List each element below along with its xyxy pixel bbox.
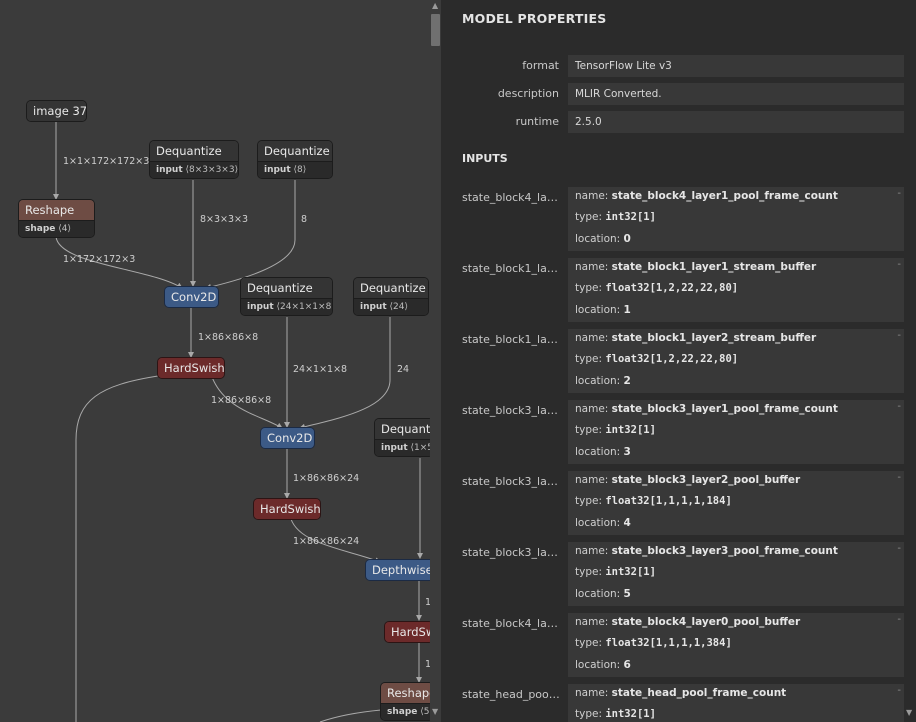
input-label: state_block3_lay... bbox=[462, 475, 562, 488]
input-type: type: float32[1,2,22,22,80] bbox=[575, 282, 739, 294]
node-hardswish-2[interactable]: HardSwish bbox=[253, 498, 321, 520]
input-label: state_block4_lay... bbox=[462, 191, 562, 204]
input-details-box[interactable]: - name: state_block3_layer3_pool_frame_co… bbox=[568, 542, 907, 606]
input-name: name: state_block1_layer1_stream_buffer bbox=[575, 261, 817, 273]
scroll-up-icon[interactable]: ▲ bbox=[432, 2, 438, 10]
node-image37[interactable]: image 37 bbox=[26, 100, 87, 122]
input-label: state_block1_lay... bbox=[462, 262, 562, 275]
input-label: state_block3_lay... bbox=[462, 404, 562, 417]
expand-icon[interactable]: - bbox=[897, 188, 901, 199]
input-location: location: 0 bbox=[575, 233, 631, 245]
node-conv2d-2[interactable]: Conv2D bbox=[260, 427, 315, 449]
input-location: location: 3 bbox=[575, 446, 631, 458]
panel-title: MODEL PROPERTIES bbox=[462, 11, 607, 26]
node-dequantize-3[interactable]: Dequantize input ⟨24×1×1×8⟩ bbox=[240, 277, 333, 316]
input-type: type: float32[1,2,22,22,80] bbox=[575, 353, 739, 365]
node-reshape-2[interactable]: Reshape shape ⟨5. bbox=[380, 682, 434, 721]
edge-reshape2-out bbox=[319, 709, 382, 722]
node-dequantize-4[interactable]: Dequantize input ⟨24⟩ bbox=[353, 277, 429, 316]
input-type: type: int32[1] bbox=[575, 211, 656, 223]
input-location: location: 4 bbox=[575, 517, 631, 529]
input-name: name: state_block4_layer0_pool_buffer bbox=[575, 616, 801, 628]
expand-icon[interactable]: - bbox=[897, 543, 901, 554]
input-type: type: int32[1] bbox=[575, 424, 656, 436]
edge-label: 8×3×3×3 bbox=[200, 214, 249, 225]
input-details-box[interactable]: - name: state_block1_layer2_stream_buffer… bbox=[568, 329, 907, 393]
prop-label-format: format bbox=[522, 59, 559, 72]
node-reshape-1[interactable]: Reshape shape ⟨4⟩ bbox=[18, 199, 95, 238]
node-dequantize-5[interactable]: Dequantiz input ⟨1×5 bbox=[374, 418, 434, 457]
expand-icon[interactable]: - bbox=[897, 401, 901, 412]
prop-label-runtime: runtime bbox=[515, 115, 559, 128]
expand-icon[interactable]: - bbox=[897, 472, 901, 483]
node-depthwise-conv[interactable]: DepthwiseC bbox=[365, 559, 435, 581]
input-location: location: 1 bbox=[575, 304, 631, 316]
model-properties-panel: MODEL PROPERTIES × format TensorFlow Lit… bbox=[441, 0, 916, 722]
expand-icon[interactable]: - bbox=[897, 330, 901, 341]
input-type: type: int32[1] bbox=[575, 566, 656, 578]
inputs-section-title: INPUTS bbox=[462, 152, 508, 165]
scrollbar-thumb[interactable] bbox=[431, 14, 440, 46]
edge-hardswish-skip bbox=[75, 375, 159, 722]
input-label: state_block3_lay... bbox=[462, 546, 562, 559]
input-label: state_head_pool... bbox=[462, 688, 562, 701]
input-label: state_block4_lay... bbox=[462, 617, 562, 630]
input-details-box[interactable]: - name: state_block3_layer2_pool_bufferty… bbox=[568, 471, 907, 535]
expand-icon[interactable]: - bbox=[897, 614, 901, 625]
edge-label: 24×1×1×8 bbox=[293, 364, 348, 375]
prop-value-format[interactable]: TensorFlow Lite v3 bbox=[568, 55, 907, 77]
input-type: type: int32[1] bbox=[575, 708, 656, 720]
input-name: name: state_block3_layer2_pool_buffer bbox=[575, 474, 801, 486]
input-details-box[interactable]: - name: state_block4_layer0_pool_bufferty… bbox=[568, 613, 907, 677]
edge-label: 1×86×86×24 bbox=[293, 536, 360, 547]
prop-value-runtime[interactable]: 2.5.0 bbox=[568, 111, 907, 133]
edge-label: 1×172×172×3 bbox=[63, 254, 136, 265]
input-location: location: 5 bbox=[575, 588, 631, 600]
input-location: location: 6 bbox=[575, 659, 631, 671]
edge-dq2-conv bbox=[205, 180, 296, 290]
input-type: type: float32[1,1,1,1,384] bbox=[575, 637, 732, 649]
edge-label: 1×86×86×8 bbox=[198, 332, 259, 343]
edge-label: 24 bbox=[397, 364, 410, 375]
input-label: state_block1_lay... bbox=[462, 333, 562, 346]
node-conv2d-1[interactable]: Conv2D bbox=[164, 286, 219, 308]
input-details-box[interactable]: - name: state_block3_layer1_pool_frame_co… bbox=[568, 400, 907, 464]
input-details-box[interactable]: - name: state_block1_layer1_stream_buffer… bbox=[568, 258, 907, 322]
scroll-down-icon[interactable]: ▼ bbox=[906, 708, 912, 717]
input-name: name: state_block4_layer1_pool_frame_cou… bbox=[575, 190, 838, 202]
node-hardswish-3[interactable]: HardSw bbox=[384, 621, 434, 643]
input-name: name: state_block3_layer1_pool_frame_cou… bbox=[575, 403, 838, 415]
graph-scrollbar[interactable]: ▲ ▼ bbox=[430, 0, 441, 722]
edge-label: 1×86×86×8 bbox=[211, 395, 272, 406]
node-hardswish-1[interactable]: HardSwish bbox=[157, 357, 225, 379]
prop-label-description: description bbox=[497, 87, 559, 100]
input-type: type: float32[1,1,1,1,184] bbox=[575, 495, 732, 507]
expand-icon[interactable]: - bbox=[897, 259, 901, 270]
input-location: location: 2 bbox=[575, 375, 631, 387]
panel-scrollbar[interactable]: ▼ bbox=[904, 0, 916, 722]
input-details-box[interactable]: - name: state_head_pool_frame_count type: … bbox=[568, 684, 907, 722]
graph-canvas[interactable]: image 37 Dequantize input ⟨8×3×3×3⟩ Dequ… bbox=[0, 0, 441, 722]
expand-icon[interactable]: - bbox=[897, 685, 901, 696]
input-name: name: state_head_pool_frame_count bbox=[575, 687, 787, 699]
node-dequantize-2[interactable]: Dequantize input ⟨8⟩ bbox=[257, 140, 333, 179]
input-name: name: state_block1_layer2_stream_buffer bbox=[575, 332, 817, 344]
node-dequantize-1[interactable]: Dequantize input ⟨8×3×3×3⟩ bbox=[149, 140, 239, 179]
scroll-down-icon[interactable]: ▼ bbox=[432, 708, 438, 716]
edge-label: 8 bbox=[301, 214, 308, 225]
edge-label: 1×86×86×24 bbox=[293, 473, 360, 484]
edge-label: 1×1×172×172×3 bbox=[63, 156, 150, 167]
input-details-box[interactable]: - name: state_block4_layer1_pool_frame_co… bbox=[568, 187, 907, 251]
input-name: name: state_block3_layer3_pool_frame_cou… bbox=[575, 545, 838, 557]
prop-value-description[interactable]: MLIR Converted. bbox=[568, 83, 907, 105]
